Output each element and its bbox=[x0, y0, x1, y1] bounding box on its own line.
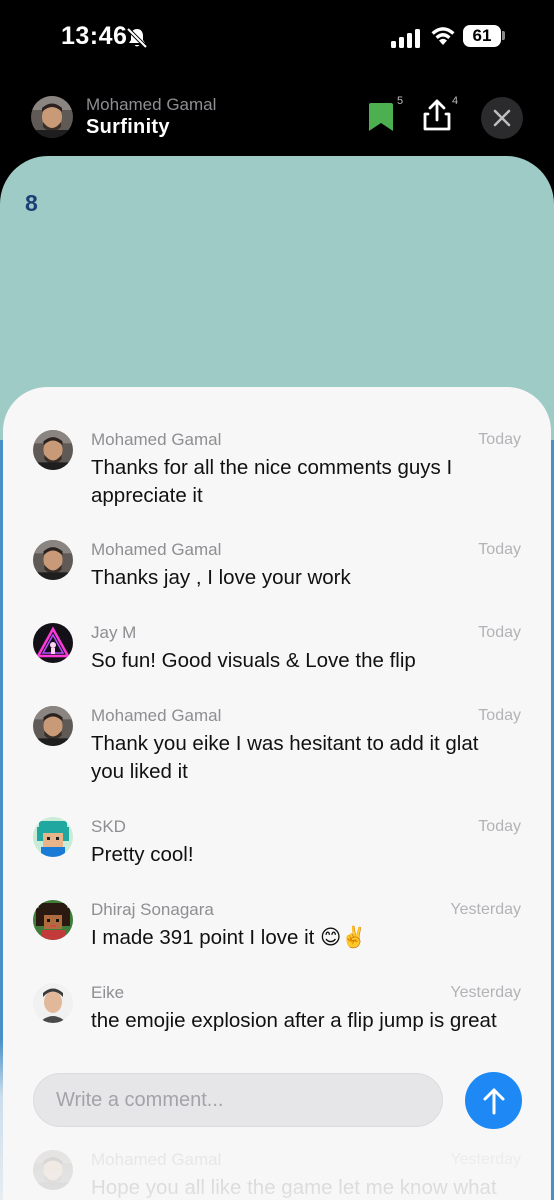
status-bar: 13:46 61 bbox=[0, 0, 554, 76]
neon-triangle-avatar-icon bbox=[33, 623, 73, 663]
avatar[interactable] bbox=[33, 540, 73, 580]
man-avatar-icon bbox=[33, 706, 73, 746]
creator-name[interactable]: Mohamed Gamal bbox=[86, 95, 216, 115]
avatar[interactable] bbox=[33, 983, 73, 1023]
comment-time: Today bbox=[478, 541, 521, 558]
comment-text: Thanks for all the nice comments guys I … bbox=[91, 456, 453, 507]
battery-tip bbox=[502, 31, 505, 40]
pixel-art-avatar-icon bbox=[33, 817, 73, 857]
man-avatar-icon bbox=[31, 96, 73, 138]
bookmark-count: 5 bbox=[397, 95, 404, 107]
cellular-signal-icon bbox=[391, 29, 420, 48]
comment-time: Today bbox=[478, 624, 521, 641]
comment-text: Thanks jay , I love your work bbox=[91, 566, 351, 589]
avatar[interactable] bbox=[33, 706, 73, 746]
avatar[interactable] bbox=[33, 1150, 73, 1190]
share-count: 4 bbox=[452, 95, 459, 107]
comment-text: Thank you eike I was hesitant to add it … bbox=[91, 732, 479, 783]
comment-text: the emojie explosion after a flip jump i… bbox=[91, 1009, 497, 1032]
close-icon bbox=[493, 109, 511, 127]
comment-author[interactable]: Mohamed Gamal bbox=[91, 1150, 221, 1170]
arrow-up-icon bbox=[483, 1088, 505, 1115]
game-score: 8 bbox=[25, 190, 38, 216]
creator-avatar[interactable] bbox=[31, 96, 73, 138]
avatar[interactable] bbox=[33, 817, 73, 857]
comment-author[interactable]: Dhiraj Sonagara bbox=[91, 900, 214, 920]
comment-author[interactable]: SKD bbox=[91, 817, 126, 837]
man-avatar-icon bbox=[33, 430, 73, 470]
share-icon[interactable] bbox=[422, 98, 452, 132]
comment-text: Pretty cool! bbox=[91, 843, 194, 866]
pixel-art-avatar-icon bbox=[33, 900, 73, 940]
bell-slash-icon bbox=[126, 27, 148, 49]
comment-text: So fun! Good visuals & Love the flip bbox=[91, 649, 416, 672]
comment-author[interactable]: Mohamed Gamal bbox=[91, 430, 221, 450]
bookmark-icon[interactable] bbox=[367, 101, 395, 133]
avatar[interactable] bbox=[33, 623, 73, 663]
comment-time: Yesterday bbox=[450, 901, 521, 918]
avatar[interactable] bbox=[33, 900, 73, 940]
comment-text: I made 391 point I love it 😊✌️ bbox=[91, 926, 367, 949]
comment-author[interactable]: Eike bbox=[91, 983, 124, 1003]
comment-time: Yesterday bbox=[450, 1151, 521, 1168]
comment-time: Today bbox=[478, 431, 521, 448]
comment-time: Today bbox=[478, 818, 521, 835]
comment-author[interactable]: Mohamed Gamal bbox=[91, 540, 221, 560]
comment-input[interactable] bbox=[33, 1073, 443, 1127]
battery-indicator: 61 bbox=[463, 25, 501, 47]
comment-time: Today bbox=[478, 707, 521, 724]
comment-author[interactable]: Jay M bbox=[91, 623, 136, 643]
send-button[interactable] bbox=[465, 1072, 522, 1129]
man-avatar-icon bbox=[33, 1150, 73, 1190]
man-avatar-icon bbox=[33, 540, 73, 580]
game-title: Surfinity bbox=[86, 116, 170, 138]
status-time: 13:46 bbox=[61, 22, 128, 50]
close-button[interactable] bbox=[481, 97, 523, 139]
man-avatar-icon bbox=[33, 983, 73, 1023]
comment-author[interactable]: Mohamed Gamal bbox=[91, 706, 221, 726]
comment-time: Yesterday bbox=[450, 984, 521, 1001]
comment-text: Hope you all like the game let me know w… bbox=[91, 1176, 497, 1199]
avatar[interactable] bbox=[33, 430, 73, 470]
screen: 13:46 61 Mohamed Gamal Surfinity 5 4 8 M… bbox=[0, 0, 554, 1200]
wifi-icon bbox=[431, 27, 455, 45]
